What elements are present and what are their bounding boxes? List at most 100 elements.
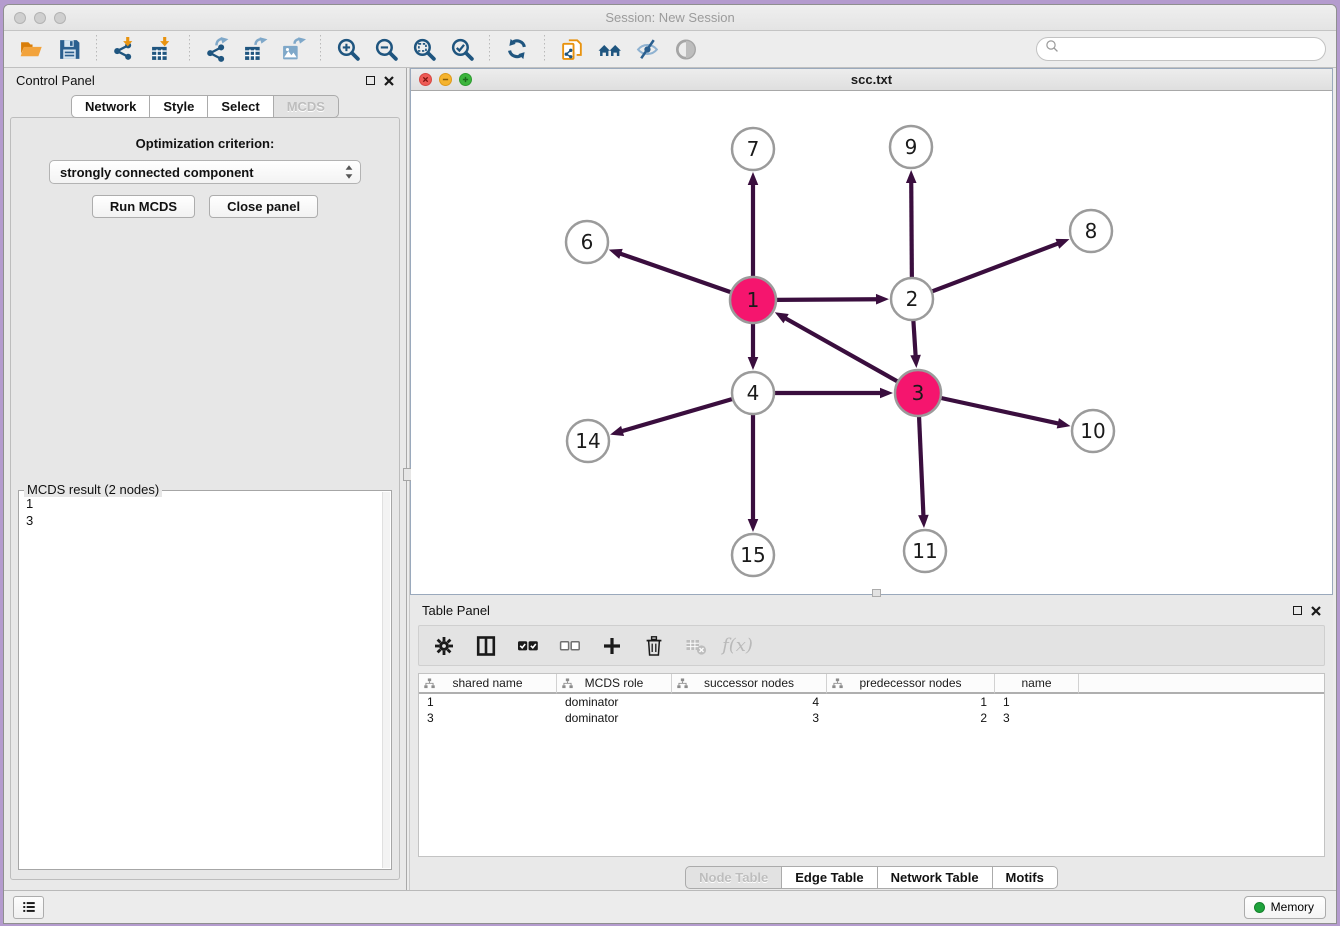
node-label: 14 [575, 429, 600, 453]
add-column-button[interactable] [599, 633, 624, 658]
column-header-name[interactable]: name [995, 674, 1079, 694]
tab-edge-table[interactable]: Edge Table [781, 866, 877, 889]
edge-2-8[interactable] [932, 239, 1070, 292]
close-panel-icon[interactable] [1311, 606, 1321, 616]
graph-node-7[interactable]: 7 [732, 128, 774, 170]
mcds-result-list[interactable]: 13 [21, 493, 381, 867]
run-mcds-button[interactable]: Run MCDS [92, 195, 195, 218]
table-row[interactable]: 3dominator323 [419, 710, 1324, 726]
graph-node-6[interactable]: 6 [566, 221, 608, 263]
close-panel-button[interactable]: Close panel [209, 195, 318, 218]
zoom-fit-content-button[interactable] [408, 34, 440, 64]
table-panel-header: Table Panel [410, 598, 1333, 623]
tab-mcds[interactable]: MCDS [273, 95, 339, 118]
vertical-splitter[interactable] [406, 68, 410, 890]
cell-successor-nodes[interactable]: 3 [672, 710, 827, 726]
search-input[interactable] [1064, 41, 1317, 57]
graph-node-4[interactable]: 4 [732, 372, 774, 414]
export-image-button[interactable] [277, 34, 309, 64]
zoom-in-button[interactable] [332, 34, 364, 64]
graph-node-11[interactable]: 11 [904, 530, 946, 572]
float-panel-icon[interactable] [366, 76, 375, 85]
cell-predecessor-nodes[interactable]: 1 [827, 694, 995, 710]
column-header-mcds-role[interactable]: MCDS role [557, 674, 672, 694]
column-header-successor-nodes[interactable]: successor nodes [672, 674, 827, 694]
tab-network[interactable]: Network [71, 95, 150, 118]
graph-node-9[interactable]: 9 [890, 126, 932, 168]
export-network-button[interactable] [201, 34, 233, 64]
network-window-titlebar[interactable]: scc.txt [411, 69, 1332, 91]
save-session-button[interactable] [53, 34, 85, 64]
network-graph[interactable]: 7 9 6 8 1 2 4 3 14 10 15 11 [411, 91, 1335, 593]
graph-node-1[interactable]: 1 [730, 277, 776, 323]
network-window-title: scc.txt [411, 72, 1332, 87]
cell-mcds-role[interactable]: dominator [557, 694, 672, 710]
edge-4-14[interactable] [610, 399, 733, 436]
graph-node-2[interactable]: 2 [891, 278, 933, 320]
tab-motifs[interactable]: Motifs [992, 866, 1058, 889]
memory-button[interactable]: Memory [1244, 896, 1326, 919]
graph-node-8[interactable]: 8 [1070, 210, 1112, 252]
cell-shared-name[interactable]: 3 [419, 710, 557, 726]
edge-4-3[interactable] [774, 388, 893, 399]
node-label: 9 [905, 135, 918, 159]
cell-name[interactable]: 3 [995, 710, 1079, 726]
table-body: 1dominator4113dominator323 [419, 694, 1324, 856]
edge-2-9[interactable] [906, 170, 917, 278]
edge-1-2[interactable] [776, 294, 889, 305]
tab-network-table[interactable]: Network Table [877, 866, 993, 889]
open-session-button[interactable] [15, 34, 47, 64]
show-columns-button[interactable] [473, 633, 498, 658]
horizontal-splitter[interactable] [410, 595, 1333, 598]
cell-predecessor-nodes[interactable]: 2 [827, 710, 995, 726]
edge-4-15[interactable] [748, 414, 759, 532]
app-titlebar[interactable]: Session: New Session [4, 5, 1336, 31]
search-box[interactable] [1036, 37, 1326, 61]
column-header-predecessor-nodes[interactable]: predecessor nodes [827, 674, 995, 694]
float-panel-icon[interactable] [1293, 606, 1302, 615]
tab-node-table[interactable]: Node Table [685, 866, 782, 889]
clone-network-button[interactable] [556, 34, 588, 64]
column-label: shared name [452, 676, 522, 690]
cell-name[interactable]: 1 [995, 694, 1079, 710]
show-all-button[interactable] [670, 34, 702, 64]
zoom-out-button[interactable] [370, 34, 402, 64]
delete-columns-button[interactable] [641, 633, 666, 658]
cell-successor-nodes[interactable]: 4 [672, 694, 827, 710]
graph-node-3[interactable]: 3 [895, 370, 941, 416]
table-settings-button[interactable] [431, 633, 456, 658]
column-header-shared-name[interactable]: shared name [419, 674, 557, 694]
splitter-handle[interactable] [872, 589, 881, 597]
result-scrollbar[interactable] [382, 492, 390, 868]
network-canvas[interactable]: 7 9 6 8 1 2 4 3 14 10 15 11 [411, 91, 1332, 594]
graph-node-10[interactable]: 10 [1072, 410, 1114, 452]
cell-mcds-role[interactable]: dominator [557, 710, 672, 726]
tab-style[interactable]: Style [149, 95, 208, 118]
first-neighbors-button[interactable] [594, 34, 626, 64]
zoom-selected-region-button[interactable] [446, 34, 478, 64]
edge-1-4[interactable] [748, 323, 759, 370]
select-all-columns-button[interactable] [515, 633, 540, 658]
edge-3-11[interactable] [918, 416, 929, 528]
graph-node-15[interactable]: 15 [732, 534, 774, 576]
arrowhead [609, 249, 623, 259]
close-panel-icon[interactable] [384, 76, 394, 86]
graph-node-14[interactable]: 14 [567, 420, 609, 462]
task-history-button[interactable] [13, 896, 44, 919]
edge-3-10[interactable] [940, 398, 1070, 429]
unselect-all-columns-button[interactable] [557, 633, 582, 658]
export-table-button[interactable] [239, 34, 271, 64]
import-table-from-file-button[interactable] [146, 34, 178, 64]
cell-shared-name[interactable]: 1 [419, 694, 557, 710]
edge-2-3[interactable] [910, 320, 921, 368]
apply-preferred-layout-button[interactable] [501, 34, 533, 64]
edge-3-1[interactable] [775, 312, 898, 381]
tab-select[interactable]: Select [207, 95, 273, 118]
import-network-from-file-button[interactable] [108, 34, 140, 64]
mcds-result-box: MCDS result (2 nodes) 13 [18, 490, 392, 870]
edge-1-6[interactable] [609, 249, 732, 293]
edge-1-7[interactable] [748, 172, 759, 277]
criterion-dropdown[interactable]: strongly connected component [49, 160, 361, 184]
table-row[interactable]: 1dominator411 [419, 694, 1324, 710]
hide-selected-button[interactable] [632, 34, 664, 64]
